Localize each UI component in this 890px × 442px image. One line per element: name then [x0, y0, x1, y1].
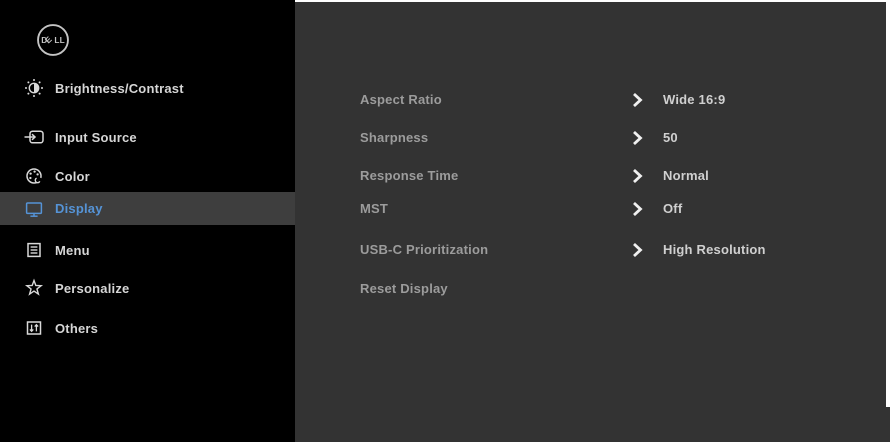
display-settings-panel: Aspect Ratio Wide 16:9 Sharpness 50 Resp…: [295, 0, 890, 442]
setting-label: Sharpness: [360, 130, 429, 145]
sidebar-item-color[interactable]: Color: [0, 160, 295, 192]
sidebar-item-label: Color: [55, 168, 90, 184]
sidebar-item-label: Input Source: [55, 129, 137, 145]
sidebar-item-label: Personalize: [55, 280, 130, 296]
input-source-icon: [24, 127, 44, 147]
chevron-right-icon[interactable]: [632, 131, 643, 145]
sidebar-item-brightness-contrast[interactable]: Brightness/Contrast: [0, 72, 295, 104]
color-palette-icon: [24, 166, 44, 186]
display-monitor-icon: [24, 199, 44, 219]
sidebar-item-label: Display: [55, 201, 103, 216]
setting-label: Aspect Ratio: [360, 92, 442, 107]
setting-value: Off: [663, 201, 683, 216]
sidebar-item-others[interactable]: Others: [0, 312, 295, 344]
chevron-right-icon[interactable]: [632, 93, 643, 107]
star-icon: [24, 278, 44, 298]
sidebar-item-label: Brightness/Contrast: [55, 80, 184, 96]
setting-value: Wide 16:9: [663, 92, 726, 107]
sidebar-item-input-source[interactable]: Input Source: [0, 121, 295, 153]
setting-value: Normal: [663, 168, 709, 183]
menu-icon: [24, 240, 44, 260]
setting-row-aspect-ratio[interactable]: Aspect Ratio Wide 16:9: [295, 90, 890, 110]
chevron-right-icon[interactable]: [632, 243, 643, 257]
sidebar-item-label: Others: [55, 320, 99, 336]
others-icon: [24, 318, 44, 338]
setting-value: 50: [663, 130, 678, 145]
chevron-right-icon[interactable]: [632, 202, 643, 216]
chevron-right-icon[interactable]: [632, 169, 643, 183]
white-border-right: [886, 0, 890, 407]
brightness-contrast-icon: [24, 78, 44, 98]
setting-row-sharpness[interactable]: Sharpness 50: [295, 128, 890, 148]
setting-label: MST: [360, 201, 389, 216]
svg-text:L: L: [60, 35, 65, 45]
sidebar-item-menu[interactable]: Menu: [0, 234, 295, 266]
setting-label: Response Time: [360, 168, 459, 183]
sidebar-item-label: Menu: [55, 242, 90, 258]
setting-value: High Resolution: [663, 242, 766, 257]
sidebar-item-personalize[interactable]: Personalize: [0, 272, 295, 304]
setting-label: Reset Display: [360, 281, 448, 296]
setting-row-response-time[interactable]: Response Time Normal: [295, 166, 890, 186]
svg-text:L: L: [54, 35, 59, 45]
dell-logo: D E L L: [36, 23, 70, 57]
white-border-top: [295, 0, 886, 2]
setting-row-usbc-prioritization[interactable]: USB-C Prioritization High Resolution: [295, 240, 890, 260]
setting-label: USB-C Prioritization: [360, 242, 489, 257]
dell-osd-menu: D E L L Brightness/Contrast Input Source…: [0, 0, 890, 442]
setting-row-mst[interactable]: MST Off: [295, 199, 890, 219]
sidebar-item-display[interactable]: Display: [0, 192, 295, 225]
sidebar: D E L L Brightness/Contrast Input Source…: [0, 0, 295, 442]
setting-row-reset-display[interactable]: Reset Display: [295, 279, 890, 299]
